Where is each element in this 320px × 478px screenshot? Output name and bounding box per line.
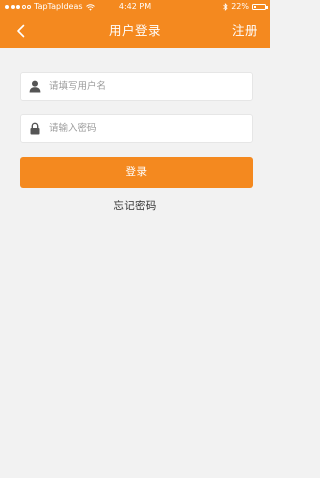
header: TapTapIdeas 4:42 PM 22% 用户登录 注册 — [0, 0, 270, 48]
status-right: 22% — [223, 0, 268, 14]
register-button[interactable]: 注册 — [232, 14, 258, 48]
battery-icon — [252, 4, 268, 10]
page-title: 用户登录 — [108, 23, 161, 38]
username-field[interactable] — [20, 72, 253, 101]
user-icon — [29, 80, 41, 93]
username-input[interactable] — [49, 73, 249, 100]
password-input[interactable] — [49, 115, 249, 142]
password-field[interactable] — [20, 114, 253, 143]
battery-level — [253, 5, 257, 9]
forgot-password-link[interactable]: 忘记密码 — [0, 198, 270, 213]
battery-percent: 22% — [231, 2, 249, 11]
login-button[interactable]: 登录 — [20, 157, 253, 188]
lock-icon — [30, 122, 40, 135]
nav-bar: 用户登录 注册 — [0, 14, 270, 48]
bluetooth-icon — [223, 3, 228, 11]
status-bar: TapTapIdeas 4:42 PM 22% — [0, 0, 270, 14]
